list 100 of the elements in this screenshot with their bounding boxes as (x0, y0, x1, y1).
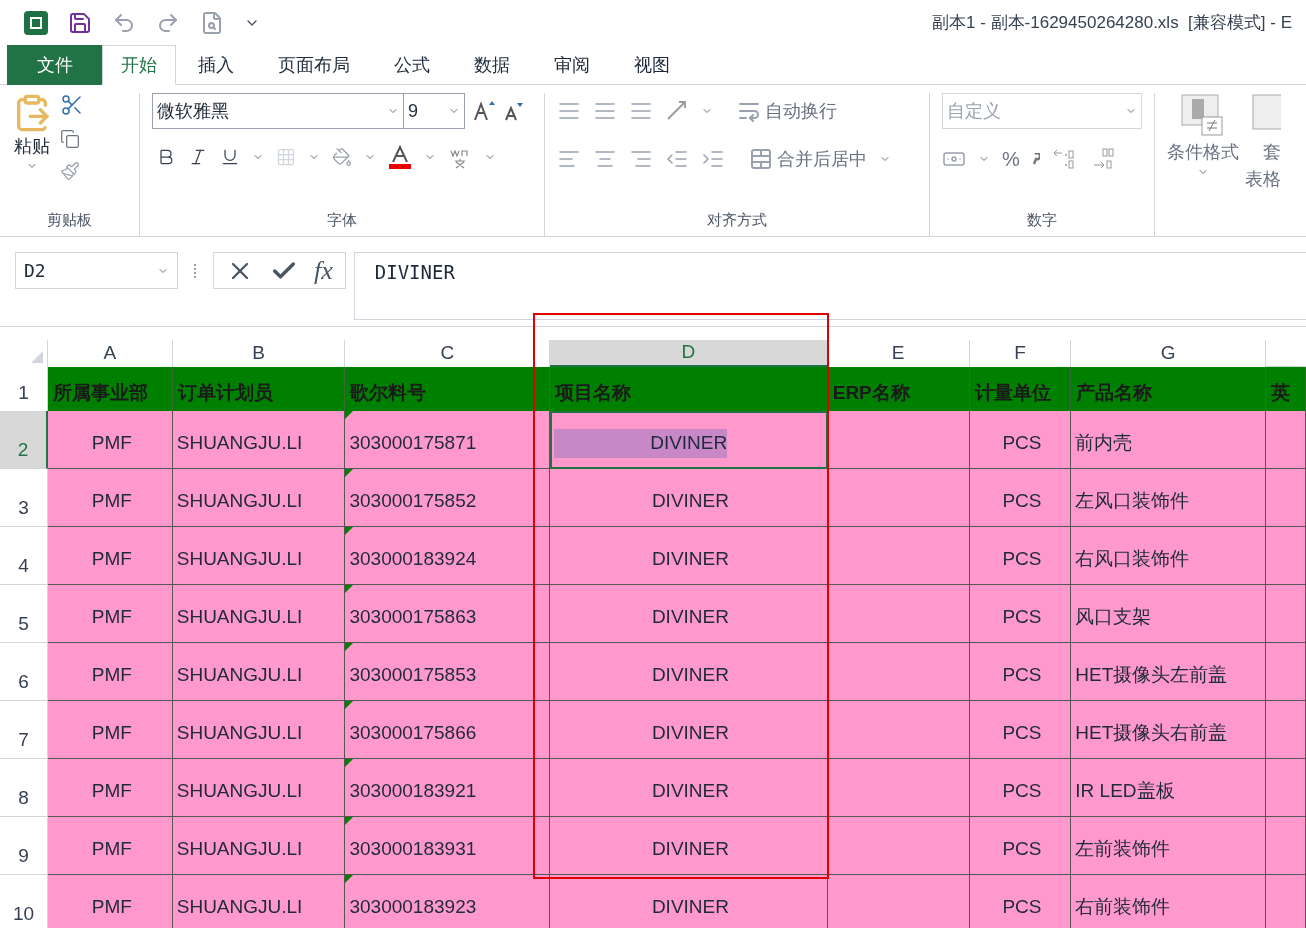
conditional-format-icon[interactable] (1180, 93, 1226, 139)
table-cell (1266, 411, 1306, 469)
table-cell: 前内壳 (1071, 411, 1267, 469)
table-cell: 右风口装饰件 (1071, 527, 1267, 585)
table-cell: SHUANGJU.LI (172, 643, 346, 701)
font-size-field[interactable]: 9 (403, 93, 465, 129)
group-label: 数字 (1027, 209, 1057, 230)
table-cell: 303000183931 (345, 817, 551, 875)
row-header[interactable]: 7 (0, 701, 48, 759)
table-cell: HET摄像头右前盖 (1071, 701, 1267, 759)
window-title: 副本1 - 副本-1629450264280.xls [兼容模式] - E (932, 11, 1292, 34)
table-cell: SHUANGJU.LI (172, 817, 346, 875)
merge-center-button[interactable]: 合并后居中 (749, 145, 867, 173)
menu-tab[interactable]: 开始 (102, 45, 176, 85)
table-cell: SHUANGJU.LI (172, 527, 346, 585)
table-cell: SHUANGJU.LI (172, 585, 346, 643)
menu-tab[interactable]: 页面布局 (256, 46, 372, 84)
formula-input-field[interactable]: DIVINER (353, 252, 1306, 320)
row-header[interactable]: 8 (0, 759, 48, 817)
insert-function-button[interactable]: fx (314, 251, 333, 290)
table-cell: PCS (969, 875, 1072, 928)
table-cell: SHUANGJU.LI (172, 701, 346, 759)
table-cell: 303000183923 (345, 875, 551, 928)
row-header[interactable]: 3 (0, 469, 48, 527)
table-cell: PMF (47, 469, 173, 527)
table-cell: PMF (47, 759, 173, 817)
table-cell (1266, 875, 1306, 928)
conditional-format-button[interactable]: 条件格式 (1167, 139, 1239, 166)
comma-style-icon[interactable] (1031, 153, 1040, 165)
table-cell: 303000183924 (345, 527, 551, 585)
table-cell (1266, 643, 1306, 701)
group-label: 对齐方式 (707, 209, 767, 230)
menu-tab[interactable]: 文件 (7, 45, 102, 85)
table-cell: DIVINER (550, 411, 828, 469)
table-cell (1266, 527, 1306, 585)
font-color-icon[interactable] (388, 145, 412, 169)
group-label: 字体 (327, 209, 357, 230)
menu-tab[interactable]: 公式 (372, 46, 452, 84)
table-cell: DIVINER (550, 875, 828, 928)
table-cell: 右前装饰件 (1071, 875, 1267, 928)
borders-icon[interactable] (276, 147, 296, 167)
table-cell: PMF (47, 585, 173, 643)
table-cell: DIVINER (550, 759, 828, 817)
merge-cells-icon (749, 147, 773, 171)
table-cell: SHUANGJU.LI (172, 759, 346, 817)
font-name-field[interactable]: 微软雅黑 (152, 93, 404, 129)
table-format-button[interactable]: 表格 (1245, 166, 1281, 193)
wrap-text-button[interactable]: 自动换行 (737, 97, 837, 125)
table-cell: 303000183921 (345, 759, 551, 817)
row-header[interactable]: 2 (0, 411, 48, 469)
table-cell: PCS (969, 701, 1072, 759)
row-header[interactable]: 5 (0, 585, 48, 643)
table-cell (1266, 469, 1306, 527)
table-cell (1266, 701, 1306, 759)
table-cell: PCS (969, 643, 1072, 701)
table-cell: PMF (47, 527, 173, 585)
drag-handle-icon[interactable] (194, 264, 197, 278)
cut-icon[interactable] (60, 93, 84, 117)
table-cell: PMF (47, 875, 173, 928)
table-cell: 303000175853 (345, 643, 551, 701)
print-preview-icon[interactable] (200, 10, 224, 35)
table-cell: PMF (47, 643, 173, 701)
row-header[interactable]: 9 (0, 817, 48, 875)
row-header[interactable]: 4 (0, 527, 48, 585)
column-header[interactable]: D (550, 340, 828, 367)
table-cell: DIVINER (550, 527, 828, 585)
table-cell: 303000175852 (345, 469, 551, 527)
table-cell: PMF (47, 411, 173, 469)
shrink-font-icon[interactable] (503, 101, 523, 121)
paste-button[interactable]: 粘贴 (14, 133, 50, 160)
menu-tab[interactable]: 数据 (452, 46, 532, 84)
table-cell: 左风口装饰件 (1071, 469, 1267, 527)
table-cell: 303000175866 (345, 701, 551, 759)
format-painter-icon[interactable] (60, 161, 80, 181)
grow-font-icon[interactable] (473, 100, 495, 122)
table-cell: 左前装饰件 (1071, 817, 1267, 875)
table-format-button[interactable]: 套 (1263, 139, 1281, 166)
fill-color-icon[interactable] (332, 147, 352, 167)
table-cell: PCS (969, 585, 1072, 643)
table-cell: HET摄像头左前盖 (1071, 643, 1267, 701)
row-header[interactable]: 1 (0, 367, 48, 411)
menu-tab[interactable]: 插入 (176, 46, 256, 84)
table-cell: 303000175871 (345, 411, 551, 469)
row-header[interactable]: 6 (0, 643, 48, 701)
copy-icon[interactable] (60, 129, 80, 149)
underline-icon[interactable] (220, 147, 240, 167)
table-cell: PCS (969, 469, 1072, 527)
group-label: 剪贴板 (47, 209, 92, 230)
table-cell (1266, 759, 1306, 817)
table-cell (1266, 585, 1306, 643)
table-cell: SHUANGJU.LI (172, 469, 346, 527)
table-cell: PCS (969, 817, 1072, 875)
table-cell: DIVINER (550, 585, 828, 643)
save-icon[interactable] (68, 10, 92, 35)
table-cell: IR LED盖板 (1071, 759, 1267, 817)
percent-button[interactable]: % (1002, 144, 1020, 174)
menu-tab[interactable]: 视图 (612, 46, 692, 84)
name-box[interactable]: D2 (15, 252, 178, 289)
menu-tab[interactable]: 审阅 (532, 46, 612, 84)
table-cell (1266, 817, 1306, 875)
